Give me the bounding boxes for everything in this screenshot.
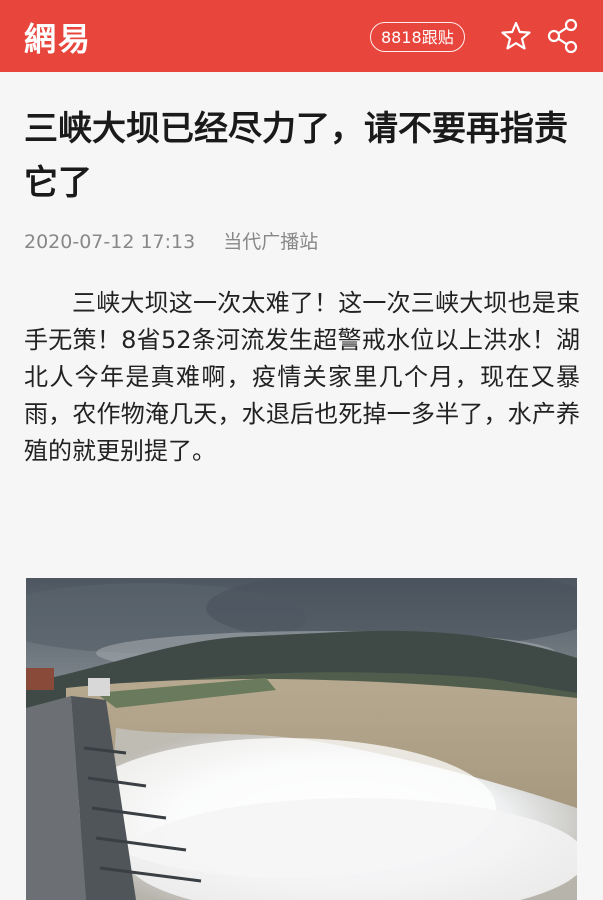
article-paragraph: 三峡大坝这一次太难了！这一次三峡大坝也是束手无策！8省52条河流发生超警戒水位以… — [24, 289, 580, 465]
share-icon[interactable] — [545, 18, 579, 54]
article-title: 三峡大坝已经尽力了，请不要再指责它了 — [24, 109, 568, 203]
star-icon[interactable] — [500, 20, 532, 52]
dam-spillway-photo[interactable] — [26, 578, 577, 900]
article-source[interactable]: 当代广播站 — [223, 231, 318, 253]
netease-logo[interactable]: 網易 — [24, 14, 92, 60]
article-meta: 2020-07-12 17:13 当代广播站 — [24, 227, 318, 254]
top-navigation-bar: 網易 8818跟贴 — [0, 0, 603, 72]
publish-date: 2020-07-12 17:13 — [24, 231, 196, 253]
comments-count-button[interactable]: 8818跟贴 — [370, 22, 465, 52]
